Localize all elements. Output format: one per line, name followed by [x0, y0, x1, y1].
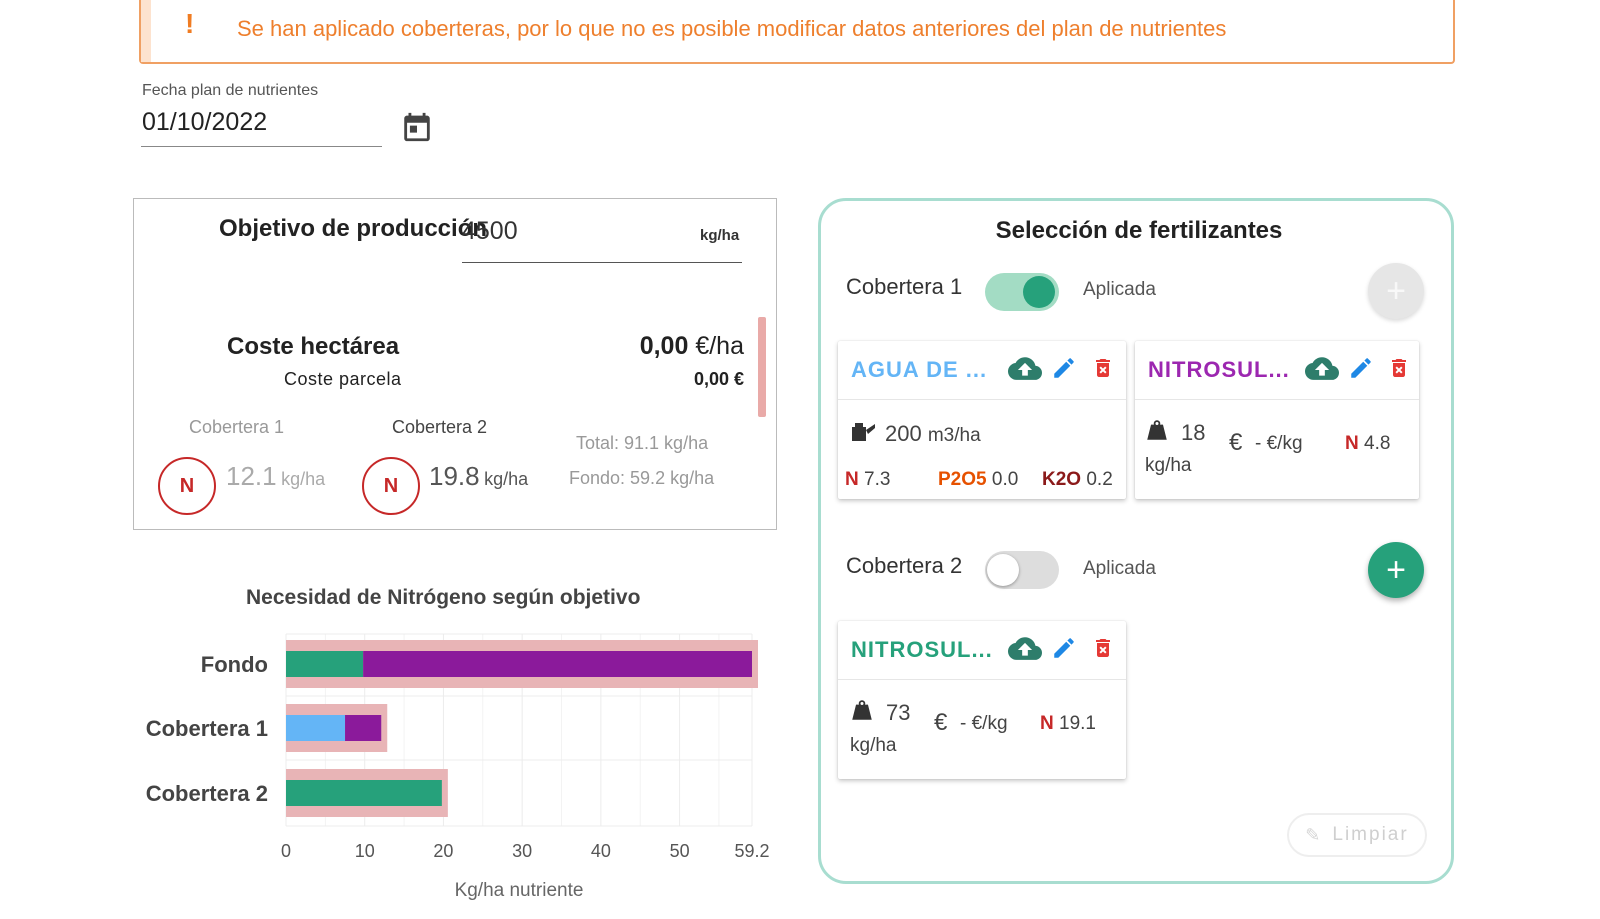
cobertera-2-title: Cobertera 2	[846, 553, 963, 578]
fertilizer-name: AGUA DE ...	[851, 357, 988, 382]
watering-can-icon	[852, 423, 875, 441]
x-tick-label: 40	[591, 841, 611, 861]
weight-icon	[1147, 420, 1167, 440]
plus-icon: +	[1386, 550, 1406, 589]
add-fertilizer-button[interactable]: +	[1368, 542, 1424, 598]
x-tick-label: 59.2	[734, 841, 769, 861]
fertilizer-dose-unit: kg/ha	[850, 735, 897, 756]
limpiar-label: Limpiar	[1332, 824, 1409, 845]
card-divider	[838, 679, 1126, 680]
category-label: Cobertera 1	[146, 716, 268, 741]
nitrogen-chart: Fondo Cobertera 1 Cobertera 2 0 10 20 30 40 50 59…	[146, 633, 770, 900]
cobertera-1-aplicada: Aplicada	[1083, 279, 1156, 300]
fertilizer-price: - €/kg	[1255, 433, 1303, 454]
category-label: Cobertera 2	[146, 781, 268, 806]
objetivo-input[interactable]: 4500	[462, 217, 518, 246]
warning-banner: ! Se han aplicado coberteras, por lo que…	[139, 0, 1455, 64]
cobertera-1-title: Cobertera 1	[846, 274, 963, 299]
euro-icon: €	[1229, 429, 1243, 456]
nitrogen-badge: N	[362, 457, 420, 515]
nutrient-n: N 19.1	[1040, 713, 1096, 734]
fertilizer-name: NITROSUL...	[851, 637, 993, 662]
fertilizer-card: AGUA DE ... 200 m3/ha N 7.3 P2O5 0.0 K2O…	[838, 341, 1126, 499]
card-divider	[1135, 399, 1419, 400]
objetivo-label: Objetivo de producción	[219, 215, 488, 242]
cobertera-1-label: Cobertera 1	[189, 417, 285, 437]
date-input[interactable]: 01/10/2022	[142, 108, 267, 137]
cobertera-1-nitrogen: 12.1 kg/ha	[226, 461, 326, 491]
exclamation-icon: !	[185, 8, 195, 39]
bar-segment	[286, 715, 346, 741]
weight-icon	[852, 700, 872, 720]
coste-parcela-label: Coste parcela	[284, 369, 402, 389]
bar-segment	[286, 780, 442, 806]
x-tick-label: 0	[281, 841, 291, 861]
bar-segment	[345, 715, 382, 741]
add-fertilizer-button-disabled[interactable]: +	[1368, 263, 1424, 319]
total-nitrogen: Total: 91.1 kg/ha	[576, 433, 709, 453]
cobertera-2-nitrogen: 19.8 kg/ha	[429, 461, 529, 491]
x-tick-label: 20	[433, 841, 453, 861]
x-tick-label: 30	[512, 841, 532, 861]
edit-icon[interactable]	[1348, 354, 1374, 382]
bar-segment	[363, 651, 752, 677]
cost-indicator-bar	[758, 317, 766, 417]
delete-icon[interactable]	[1387, 354, 1411, 382]
card-divider	[838, 399, 1126, 400]
broom-icon: ✎	[1305, 824, 1323, 845]
warning-accent-bar	[141, 0, 151, 62]
date-input-underline	[141, 146, 382, 147]
toggle-thumb	[1023, 276, 1055, 308]
cloud-upload-icon[interactable]	[1008, 357, 1042, 383]
fertilizer-card: NITROSUL... 18 kg/ha € - €/kg N 4.8	[1135, 341, 1419, 499]
nutrient-n: N 4.8	[1345, 433, 1391, 454]
coste-hectarea-value: 0,00 €/ha	[639, 332, 744, 360]
x-tick-label: 50	[670, 841, 690, 861]
fertilizer-card: NITROSUL... 73 kg/ha € - €/kg N 19.1	[838, 621, 1126, 779]
category-label: Fondo	[201, 652, 268, 677]
cloud-upload-icon[interactable]	[1305, 357, 1339, 383]
x-axis-label: Kg/ha nutriente	[455, 880, 584, 900]
fondo-nitrogen: Fondo: 59.2 kg/ha	[569, 468, 715, 488]
fertilizer-name: NITROSUL...	[1148, 357, 1290, 382]
fertilizer-selection-panel: Selección de fertilizantes Cobertera 1 A…	[818, 198, 1454, 884]
delete-icon[interactable]	[1091, 634, 1115, 662]
toggle-thumb	[987, 554, 1019, 586]
warning-message: Se han aplicado coberteras, por lo que n…	[237, 16, 1227, 41]
limpiar-button[interactable]: ✎ Limpiar	[1287, 813, 1427, 857]
cloud-upload-icon[interactable]	[1008, 637, 1042, 663]
x-tick-label: 10	[355, 841, 375, 861]
nutrient-n: N 7.3	[845, 469, 891, 490]
date-field-label: Fecha plan de nutrientes	[142, 82, 319, 99]
fertilizer-panel-title: Selección de fertilizantes	[995, 217, 1283, 244]
nutrient-p2o5: P2O5 0.0	[938, 469, 1019, 490]
fertilizer-dose-unit: kg/ha	[1145, 455, 1192, 476]
nitrogen-badge: N	[158, 457, 216, 515]
objetivo-unit: kg/ha	[700, 227, 740, 244]
nutrient-k2o: K2O 0.2	[1042, 469, 1113, 490]
cobertera-2-aplicada: Aplicada	[1083, 558, 1156, 579]
cobertera-1-toggle[interactable]	[985, 273, 1059, 311]
objetivo-underline	[462, 262, 742, 263]
plus-icon: +	[1386, 271, 1406, 310]
production-card: Objetivo de producción 4500 kg/ha Coste …	[133, 198, 777, 530]
fertilizer-dose-value: 73	[886, 700, 911, 725]
edit-icon[interactable]	[1051, 634, 1077, 662]
coste-hectarea-label: Coste hectárea	[227, 333, 400, 360]
fertilizer-price: - €/kg	[960, 713, 1008, 734]
fertilizer-dose: 200 m3/ha	[885, 421, 981, 446]
cobertera-2-toggle[interactable]	[985, 551, 1059, 589]
cobertera-2-label: Cobertera 2	[392, 417, 488, 437]
delete-icon[interactable]	[1091, 354, 1115, 382]
coste-parcela-value: 0,00 €	[693, 369, 744, 389]
edit-icon[interactable]	[1051, 354, 1077, 382]
fertilizer-dose-value: 18	[1181, 420, 1206, 445]
euro-icon: €	[934, 709, 948, 736]
calendar-icon[interactable]	[400, 109, 434, 150]
bar-segment	[286, 651, 364, 677]
